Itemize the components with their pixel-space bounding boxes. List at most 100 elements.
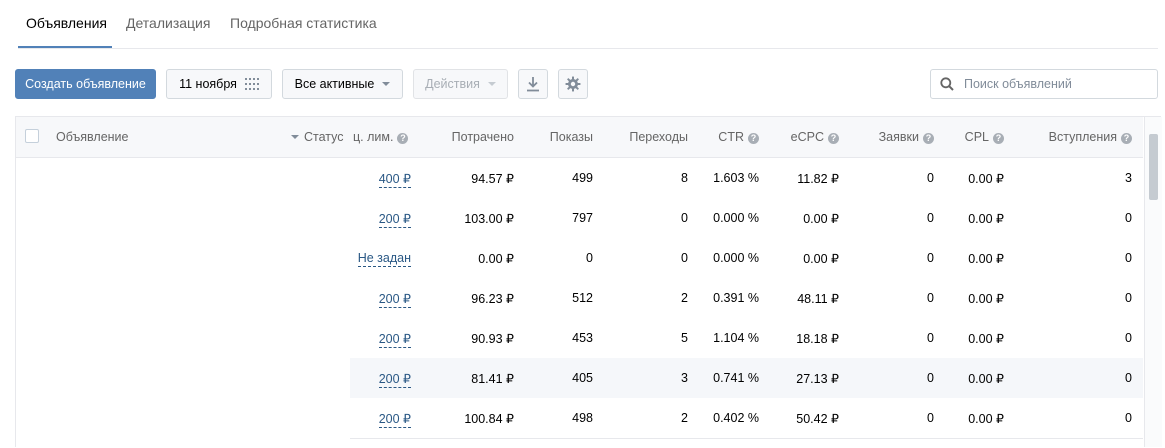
tab-bar: Объявления Детализация Подробная статист… — [18, 0, 1158, 49]
help-icon[interactable]: ? — [993, 133, 1004, 144]
daily-limit-link[interactable]: 200 ₽ — [378, 332, 411, 348]
limit-cell[interactable]: 200 ₽ — [378, 331, 411, 348]
clicks-cell: 0 — [681, 251, 688, 265]
create-ad-button[interactable]: Создать объявление — [15, 69, 156, 99]
help-icon[interactable]: ? — [923, 133, 934, 144]
daily-limit-link[interactable]: 200 ₽ — [378, 372, 411, 388]
leads-cell: 0 — [927, 211, 934, 225]
date-label: 11 ноября — [179, 77, 237, 91]
date-picker-button[interactable]: 11 ноября — [166, 69, 272, 99]
ecpc-cell: 18.18 ₽ — [796, 332, 839, 346]
vertical-scrollbar[interactable] — [1144, 117, 1162, 447]
col-leads[interactable]: Заявки? — [879, 130, 934, 144]
chevron-down-icon — [487, 82, 496, 86]
daily-limit-link[interactable]: Не задан — [357, 251, 411, 267]
download-icon — [527, 77, 539, 92]
ctr-cell: 1.603 % — [713, 171, 759, 185]
sort-desc-icon[interactable] — [291, 135, 299, 139]
spent-cell: 81.41 ₽ — [471, 372, 514, 386]
ecpc-cell: 50.42 ₽ — [796, 412, 839, 426]
cpl-cell: 0.00 ₽ — [968, 172, 1004, 186]
help-icon[interactable]: ? — [1121, 133, 1132, 144]
shows-cell: 797 — [572, 211, 593, 225]
calendar-icon — [244, 78, 259, 90]
limit-cell[interactable]: 200 ₽ — [378, 371, 411, 388]
limit-cell[interactable]: 200 ₽ — [378, 211, 411, 228]
col-ecpc[interactable]: eCPC? — [791, 130, 839, 144]
clicks-cell: 0 — [681, 211, 688, 225]
col-leads-label: Заявки — [878, 130, 919, 144]
cpl-cell: 0.00 ₽ — [968, 332, 1004, 346]
help-icon[interactable]: ? — [397, 133, 409, 144]
shows-cell: 0 — [586, 251, 593, 265]
col-spent[interactable]: Потрачено — [452, 130, 514, 144]
leads-cell: 0 — [927, 251, 934, 265]
ctr-cell: 0.000 % — [713, 251, 759, 265]
joins-cell: 0 — [1125, 371, 1132, 385]
tab-details[interactable]: Детализация — [126, 15, 210, 31]
search-box[interactable] — [930, 69, 1158, 99]
clicks-cell: 3 — [681, 371, 688, 385]
col-limit[interactable]: ц. лим.? — [353, 130, 409, 144]
ctr-cell: 1.104 % — [713, 331, 759, 345]
spent-cell: 94.57 ₽ — [471, 172, 514, 186]
table-header: Объявление Статус ц. лим.? Потрачено Пок… — [16, 117, 1143, 158]
tab-detailed-stats[interactable]: Подробная статистика — [230, 15, 377, 31]
col-limit-label: ц. лим. — [353, 130, 394, 144]
col-joins[interactable]: Вступления? — [1049, 130, 1132, 144]
leads-cell: 0 — [927, 371, 934, 385]
spent-cell: 103.00 ₽ — [464, 212, 514, 226]
col-joins-label: Вступления — [1048, 130, 1117, 144]
shows-cell: 453 — [572, 331, 593, 345]
daily-limit-link[interactable]: 200 ₽ — [378, 292, 411, 308]
limit-cell[interactable]: 400 ₽ — [378, 171, 411, 188]
status-filter-dropdown[interactable]: Все активные — [282, 69, 403, 99]
help-icon[interactable]: ? — [748, 133, 759, 144]
ecpc-cell: 0.00 ₽ — [803, 252, 839, 266]
daily-limit-link[interactable]: 200 ₽ — [378, 412, 411, 428]
ctr-cell: 0.000 % — [713, 211, 759, 225]
search-input[interactable] — [962, 76, 1146, 92]
ctr-cell: 0.741 % — [713, 371, 759, 385]
ads-table: Объявление Статус ц. лим.? Потрачено Пок… — [15, 116, 1162, 448]
leads-cell: 0 — [927, 291, 934, 305]
joins-cell: 0 — [1125, 251, 1132, 265]
col-ctr[interactable]: CTR? — [718, 130, 759, 144]
spent-cell: 90.93 ₽ — [471, 332, 514, 346]
daily-limit-link[interactable]: 400 ₽ — [378, 172, 411, 188]
actions-dropdown[interactable]: Действия — [413, 69, 508, 99]
scrollbar-thumb[interactable] — [1149, 134, 1158, 200]
create-ad-label: Создать объявление — [25, 77, 146, 91]
help-icon[interactable]: ? — [828, 133, 839, 144]
ad-name-column — [16, 158, 350, 448]
col-ad[interactable]: Объявление — [56, 130, 129, 144]
active-tab-indicator — [18, 46, 112, 48]
joins-cell: 0 — [1125, 331, 1132, 345]
daily-limit-link[interactable]: 200 ₽ — [378, 212, 411, 228]
shows-cell: 498 — [572, 411, 593, 425]
col-shows[interactable]: Показы — [550, 130, 593, 144]
spent-cell: 96.23 ₽ — [471, 292, 514, 306]
spent-cell: 100.84 ₽ — [464, 412, 514, 426]
col-clicks[interactable]: Переходы — [629, 130, 688, 144]
select-all-checkbox[interactable] — [25, 129, 39, 143]
ctr-cell: 0.391 % — [713, 291, 759, 305]
joins-cell: 0 — [1125, 291, 1132, 305]
tab-ads[interactable]: Объявления — [26, 15, 107, 31]
cpl-cell: 0.00 ₽ — [968, 412, 1004, 426]
cpl-cell: 0.00 ₽ — [968, 372, 1004, 386]
limit-cell[interactable]: Не задан — [357, 251, 411, 267]
clicks-cell: 8 — [681, 171, 688, 185]
download-button[interactable] — [518, 69, 548, 99]
clicks-cell: 5 — [681, 331, 688, 345]
col-ecpc-label: eCPC — [790, 130, 824, 144]
joins-cell: 0 — [1125, 411, 1132, 425]
col-cpl[interactable]: CPL? — [965, 130, 1004, 144]
limit-cell[interactable]: 200 ₽ — [378, 291, 411, 308]
spent-cell: 0.00 ₽ — [478, 252, 514, 266]
limit-cell[interactable]: 200 ₽ — [378, 411, 411, 428]
shows-cell: 512 — [572, 291, 593, 305]
col-status[interactable]: Статус — [304, 130, 344, 144]
leads-cell: 0 — [927, 331, 934, 345]
settings-button[interactable] — [558, 69, 588, 99]
